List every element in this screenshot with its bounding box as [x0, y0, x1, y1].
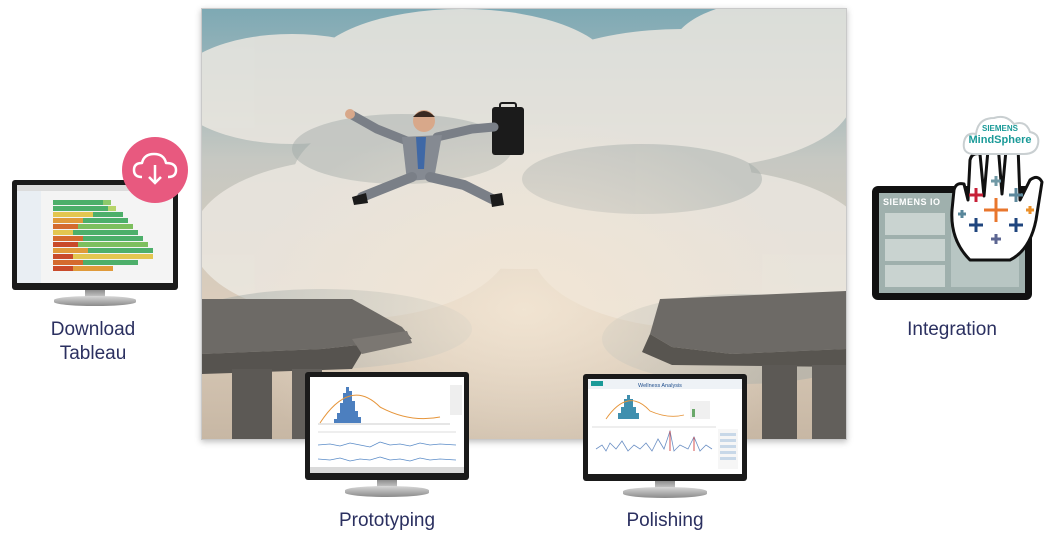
cloud-brand: SIEMENS — [981, 124, 1018, 133]
prototype-screen — [310, 377, 464, 473]
download-caption: Download Tableau — [20, 318, 166, 366]
mindsphere-cloud: SIEMENS MindSphere — [960, 110, 1040, 158]
cloud-product: MindSphere — [968, 134, 1032, 146]
prototyping-monitor — [305, 372, 469, 502]
prototype-charts — [310, 377, 464, 473]
cloud-download-icon — [132, 152, 178, 185]
integration-caption: Integration — [907, 319, 997, 340]
polishing-caption: Polishing — [626, 510, 704, 531]
monitor-stand — [345, 486, 429, 497]
app-tile[interactable] — [885, 265, 945, 287]
download-caption-line1: Download — [50, 319, 136, 340]
siemens-brand: SIEMENS — [883, 197, 928, 207]
siemens-brand-suffix: IO — [930, 197, 941, 207]
polishing-monitor: Wellness Analysis — [583, 374, 747, 504]
monitor-stand — [623, 487, 707, 498]
dashboard-title: Wellness Analysis — [638, 383, 682, 389]
app-tile[interactable] — [885, 239, 945, 261]
app-tile[interactable] — [885, 213, 945, 235]
leap-scene — [202, 9, 846, 439]
dashboard-charts: Wellness Analysis — [588, 379, 742, 474]
download-caption-line2: Tableau — [59, 343, 127, 364]
dashboard-screen: Wellness Analysis — [588, 379, 742, 474]
hero-photo — [201, 8, 847, 440]
monitor-stand — [54, 296, 136, 306]
prototyping-caption: Prototyping — [338, 510, 436, 531]
download-badge[interactable] — [122, 137, 188, 203]
